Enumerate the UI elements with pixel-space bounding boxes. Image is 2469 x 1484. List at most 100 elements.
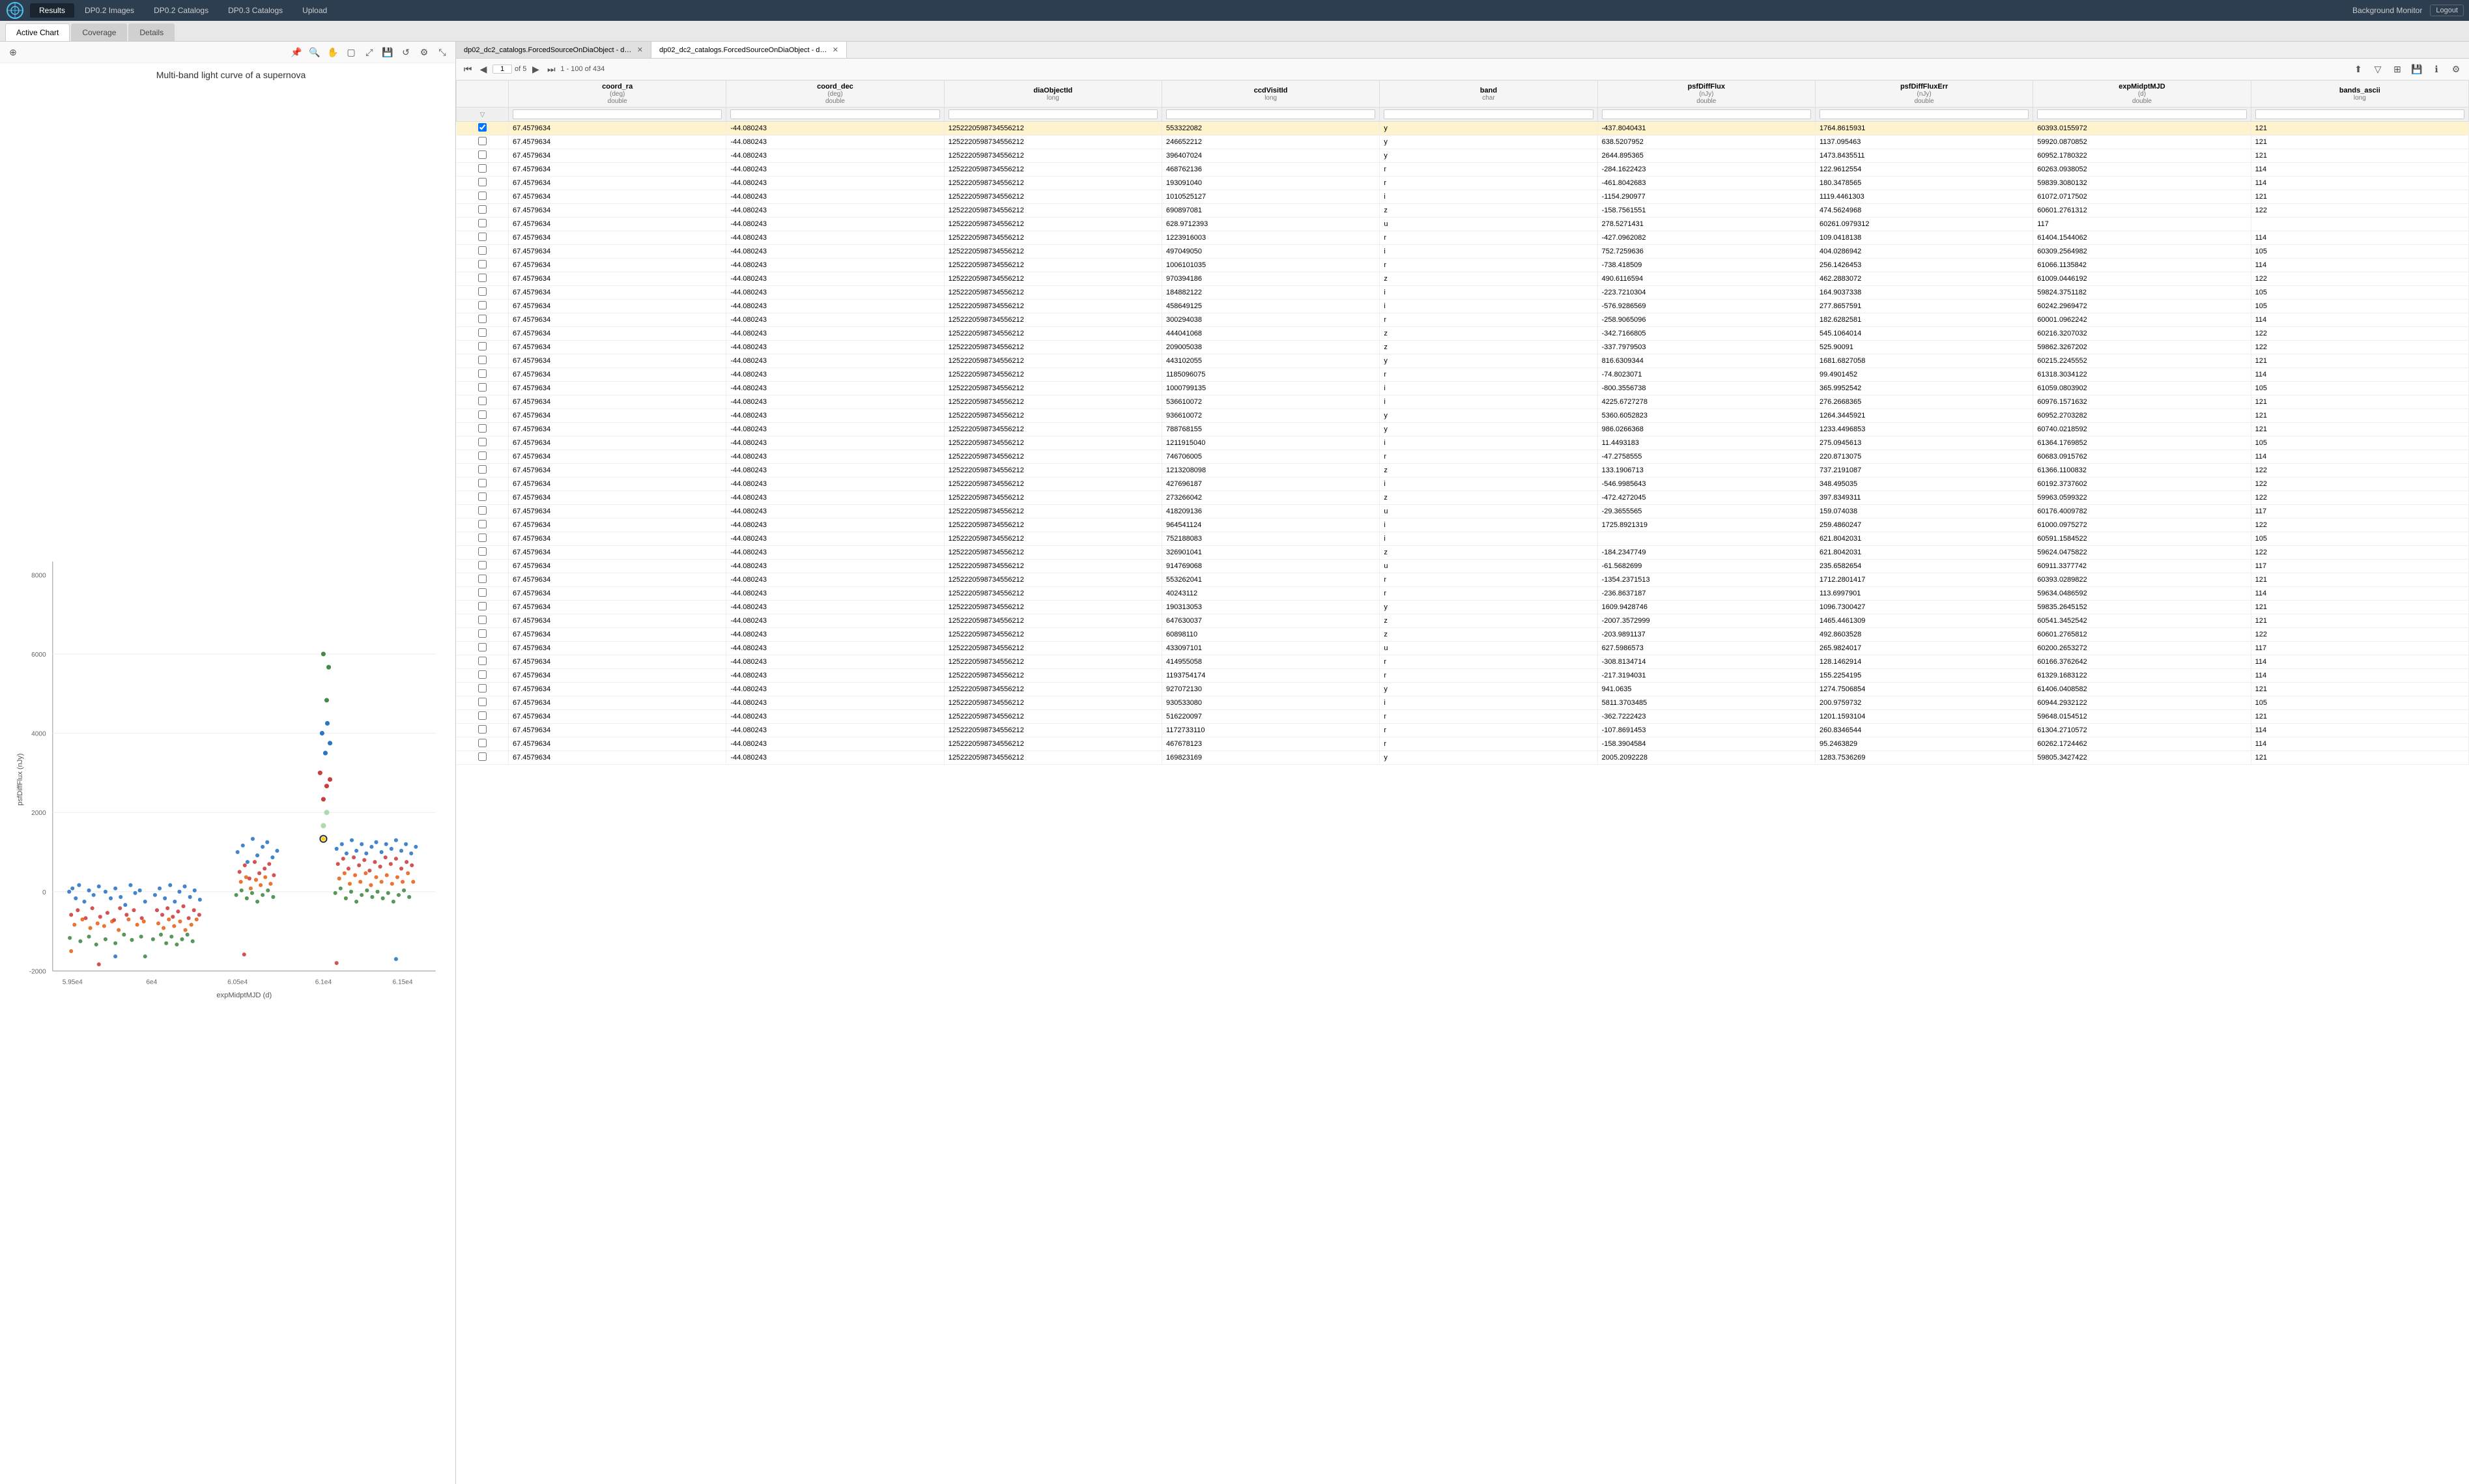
table-row[interactable]: 67.4579634-44.080243125222059873455621​2…	[457, 601, 2469, 614]
row-checkbox[interactable]	[478, 246, 487, 255]
zoom-in-button[interactable]: 🔍	[307, 44, 322, 60]
row-checkbox[interactable]	[478, 424, 487, 433]
select-button[interactable]: ▢	[343, 44, 359, 60]
table-row[interactable]: 67.4579634-44.080243125222059873455621​2…	[457, 190, 2469, 204]
row-checkbox[interactable]	[478, 274, 487, 282]
table-row[interactable]: 67.4579634-44.080243125222059873455621​2…	[457, 122, 2469, 136]
row-checkbox[interactable]	[478, 629, 487, 638]
filter-bands-ascii-input[interactable]	[2255, 109, 2464, 119]
import-button[interactable]: ⬆	[2350, 61, 2366, 77]
filter-icon[interactable]: ▽	[480, 111, 485, 119]
column-button[interactable]: ⊞	[2390, 61, 2405, 77]
table-row[interactable]: 67.4579634-44.080243125222059873455621​2…	[457, 642, 2469, 655]
table-row[interactable]: 67.4579634-44.080243125222059873455621​2…	[457, 136, 2469, 149]
table-row[interactable]: 67.4579634-44.080243125222059873455621​2…	[457, 423, 2469, 436]
sub-tab-coverage[interactable]: Coverage	[71, 23, 127, 41]
table-row[interactable]: 67.4579634-44.080243125222059873455621​2…	[457, 450, 2469, 464]
row-checkbox[interactable]	[478, 725, 487, 734]
row-checkbox[interactable]	[478, 643, 487, 651]
row-checkbox[interactable]	[478, 451, 487, 460]
table-row[interactable]: 67.4579634-44.080243125222059873455621​2…	[457, 409, 2469, 423]
table-row[interactable]: 67.4579634-44.080243125222059873455621​2…	[457, 231, 2469, 245]
settings-button[interactable]: ⚙	[416, 44, 432, 60]
table-row[interactable]: 67.4579634-44.080243125222059873455621​2…	[457, 204, 2469, 218]
table-row[interactable]: 67.4579634-44.080243125222059873455621​2…	[457, 696, 2469, 710]
restore-button[interactable]: ↺	[398, 44, 414, 60]
row-checkbox[interactable]	[478, 657, 487, 665]
nav-tab-dp02catalogs[interactable]: DP0.2 Catalogs	[145, 3, 218, 18]
last-page-button[interactable]: ⏭	[545, 63, 558, 76]
table-row[interactable]: 67.4579634-44.080243125222059873455621​2…	[457, 272, 2469, 286]
table-row[interactable]: 67.4579634-44.080243125222059873455621​2…	[457, 245, 2469, 259]
row-checkbox[interactable]	[478, 534, 487, 542]
row-checkbox[interactable]	[478, 123, 487, 132]
filter-band-input[interactable]	[1384, 109, 1593, 119]
table-row[interactable]: 67.4579634-44.080243125222059873455621​2…	[457, 655, 2469, 669]
nav-tab-upload[interactable]: Upload	[293, 3, 336, 18]
save-button[interactable]: 💾	[380, 44, 395, 60]
row-checkbox[interactable]	[478, 575, 487, 583]
table-row[interactable]: 67.4579634-44.080243125222059873455621​2…	[457, 177, 2469, 190]
row-checkbox[interactable]	[478, 356, 487, 364]
row-checkbox[interactable]	[478, 137, 487, 145]
table-row[interactable]: 67.4579634-44.080243125222059873455621​2…	[457, 573, 2469, 587]
data-tab-2-close[interactable]: ✕	[833, 46, 838, 54]
table-row[interactable]: 67.4579634-44.080243125222059873455621​2…	[457, 587, 2469, 601]
data-tab-1[interactable]: dp02_dc2_catalogs.ForcedSourceOnDiaObjec…	[456, 42, 651, 58]
table-row[interactable]: 67.4579634-44.080243125222059873455621​2…	[457, 628, 2469, 642]
data-tab-2[interactable]: dp02_dc2_catalogs.ForcedSourceOnDiaObjec…	[651, 42, 847, 58]
add-chart-button[interactable]: ⊕	[5, 44, 21, 60]
table-row[interactable]: 67.4579634-44.080243125222059873455621​2…	[457, 546, 2469, 560]
nav-tab-dp02images[interactable]: DP0.2 Images	[76, 3, 143, 18]
table-row[interactable]: 67.4579634-44.080243125222059873455621​2…	[457, 519, 2469, 532]
filter-ccdvisitid-input[interactable]	[1166, 109, 1375, 119]
nav-tab-results[interactable]: Results	[30, 3, 74, 18]
table-row[interactable]: 67.4579634-44.080243125222059873455621​2…	[457, 683, 2469, 696]
row-checkbox[interactable]	[478, 328, 487, 337]
table-row[interactable]: 67.4579634-44.080243125222059873455621​2…	[457, 478, 2469, 491]
expand-button[interactable]: ⤡	[435, 44, 450, 60]
row-checkbox[interactable]	[478, 178, 487, 186]
row-checkbox[interactable]	[478, 547, 487, 556]
row-checkbox[interactable]	[478, 739, 487, 747]
settings-button-2[interactable]: ⚙	[2448, 61, 2464, 77]
row-checkbox[interactable]	[478, 479, 487, 487]
row-checkbox[interactable]	[478, 410, 487, 419]
next-page-button[interactable]: ▶	[529, 63, 542, 76]
table-row[interactable]: 67.4579634-44.080243125222059873455621​2…	[457, 163, 2469, 177]
row-checkbox[interactable]	[478, 711, 487, 720]
table-row[interactable]: 67.4579634-44.080243125222059873455621​2…	[457, 327, 2469, 341]
table-row[interactable]: 67.4579634-44.080243125222059873455621​2…	[457, 436, 2469, 450]
sub-tab-activechart[interactable]: Active Chart	[5, 23, 70, 41]
row-checkbox[interactable]	[478, 698, 487, 706]
table-row[interactable]: 67.4579634-44.080243125222059873455621​2…	[457, 259, 2469, 272]
sub-tab-details[interactable]: Details	[128, 23, 175, 41]
table-row[interactable]: 67.4579634-44.080243125222059873455621​2…	[457, 218, 2469, 231]
row-checkbox[interactable]	[478, 287, 487, 296]
table-row[interactable]: 67.4579634-44.080243125222059873455621​2…	[457, 560, 2469, 573]
logout-button[interactable]: Logout	[2430, 5, 2464, 16]
table-row[interactable]: 67.4579634-44.080243125222059873455621​2…	[457, 464, 2469, 478]
first-page-button[interactable]: ⏮	[461, 63, 474, 76]
table-row[interactable]: 67.4579634-44.080243125222059873455621​2…	[457, 751, 2469, 765]
row-checkbox[interactable]	[478, 342, 487, 350]
row-checkbox[interactable]	[478, 602, 487, 610]
table-row[interactable]: 67.4579634-44.080243125222059873455621​2…	[457, 505, 2469, 519]
table-row[interactable]: 67.4579634-44.080243125222059873455621​2…	[457, 737, 2469, 751]
row-checkbox[interactable]	[478, 588, 487, 597]
table-row[interactable]: 67.4579634-44.080243125222059873455621​2…	[457, 491, 2469, 505]
table-row[interactable]: 67.4579634-44.080243125222059873455621​2…	[457, 368, 2469, 382]
table-row[interactable]: 67.4579634-44.080243125222059873455621​2…	[457, 669, 2469, 683]
row-checkbox[interactable]	[478, 506, 487, 515]
row-checkbox[interactable]	[478, 150, 487, 159]
row-checkbox[interactable]	[478, 438, 487, 446]
table-row[interactable]: 67.4579634-44.080243125222059873455621​2…	[457, 341, 2469, 354]
pin-button[interactable]: 📌	[289, 44, 304, 60]
row-checkbox[interactable]	[478, 383, 487, 392]
table-row[interactable]: 67.4579634-44.080243125222059873455621​2…	[457, 532, 2469, 546]
nav-tab-dp03catalogs[interactable]: DP0.3 Catalogs	[219, 3, 292, 18]
table-row[interactable]: 67.4579634-44.080243125222059873455621​2…	[457, 395, 2469, 409]
row-checkbox[interactable]	[478, 233, 487, 241]
table-row[interactable]: 67.4579634-44.080243125222059873455621​2…	[457, 614, 2469, 628]
row-checkbox[interactable]	[478, 397, 487, 405]
